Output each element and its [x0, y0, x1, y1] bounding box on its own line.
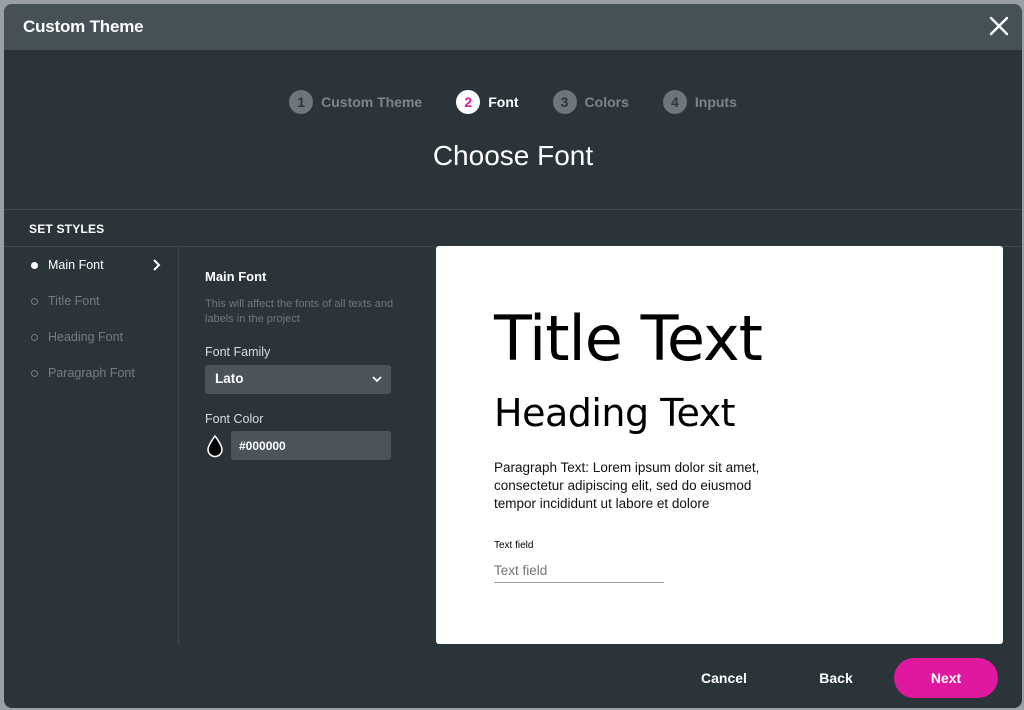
font-preview-panel: Title Text Heading Text Paragraph Text: …: [436, 246, 1003, 644]
sidebar-item-label: Main Font: [48, 258, 104, 272]
font-family-select[interactable]: Lato: [205, 365, 391, 394]
preview-heading-text: Heading Text: [494, 391, 736, 435]
dialog-titlebar: Custom Theme: [4, 4, 1022, 50]
step-font[interactable]: 2 Font: [456, 89, 519, 115]
step-label: Font: [488, 94, 519, 110]
bullet-icon: [31, 334, 38, 341]
sidebar-item-label: Heading Font: [48, 330, 124, 344]
preview-field-label: Text field: [494, 540, 534, 551]
sidebar-item-label: Paragraph Font: [48, 366, 135, 380]
sidebar-item-title-font[interactable]: Title Font: [4, 283, 178, 319]
cancel-button[interactable]: Cancel: [684, 658, 764, 698]
page-title: Choose Font: [432, 140, 594, 171]
font-settings-panel: Main Font This will affect the fonts of …: [205, 269, 395, 460]
bullet-icon: [31, 370, 38, 377]
chevron-down-icon: [372, 376, 382, 383]
chevron-right-icon: [153, 259, 161, 271]
step-label: Custom Theme: [321, 94, 423, 110]
back-button[interactable]: Back: [796, 658, 876, 698]
color-drop-icon[interactable]: [205, 434, 225, 458]
step-inputs[interactable]: 4 Inputs: [662, 89, 737, 115]
preview-text-field[interactable]: [494, 559, 664, 583]
font-color-label: Font Color: [205, 412, 264, 426]
step-number: 4: [662, 90, 687, 114]
dialog-title: Custom Theme: [23, 17, 144, 36]
preview-title-text: Title Text: [494, 302, 763, 375]
next-button[interactable]: Next: [894, 658, 998, 698]
sidebar-item-label: Title Font: [48, 294, 100, 308]
step-colors[interactable]: 3 Colors: [552, 89, 629, 115]
step-label: Colors: [584, 94, 629, 110]
step-label: Inputs: [694, 94, 737, 110]
font-family-value: Lato: [215, 371, 244, 386]
styles-sidebar: Main Font Title Font Heading Font Paragr…: [4, 247, 179, 645]
wizard-stepper: 1 Custom Theme 2 Font 3 Colors 4 Inputs: [4, 89, 1022, 115]
divider: [4, 209, 1022, 210]
bullet-icon: [31, 298, 38, 305]
custom-theme-dialog: Custom Theme 1 Custom Theme 2 Font 3 Col…: [4, 4, 1022, 708]
sidebar-item-paragraph-font[interactable]: Paragraph Font: [4, 355, 178, 391]
close-icon[interactable]: [988, 15, 1010, 37]
preview-paragraph-text: Paragraph Text: Lorem ipsum dolor sit am…: [494, 460, 760, 511]
sidebar-item-heading-font[interactable]: Heading Font: [4, 319, 178, 355]
font-color-row: [205, 431, 395, 460]
settings-heading: Main Font: [205, 269, 267, 284]
font-family-label: Font Family: [205, 345, 271, 359]
step-custom-theme[interactable]: 1 Custom Theme: [289, 89, 422, 115]
set-styles-label: SET STYLES: [29, 222, 105, 236]
settings-description: This will affect the fonts of all texts …: [205, 298, 394, 325]
step-number: 2: [456, 90, 481, 114]
sidebar-item-main-font[interactable]: Main Font: [4, 247, 178, 283]
font-color-input[interactable]: [231, 431, 391, 460]
bullet-icon: [31, 262, 38, 269]
step-number: 3: [552, 90, 577, 114]
step-number: 1: [289, 90, 314, 114]
